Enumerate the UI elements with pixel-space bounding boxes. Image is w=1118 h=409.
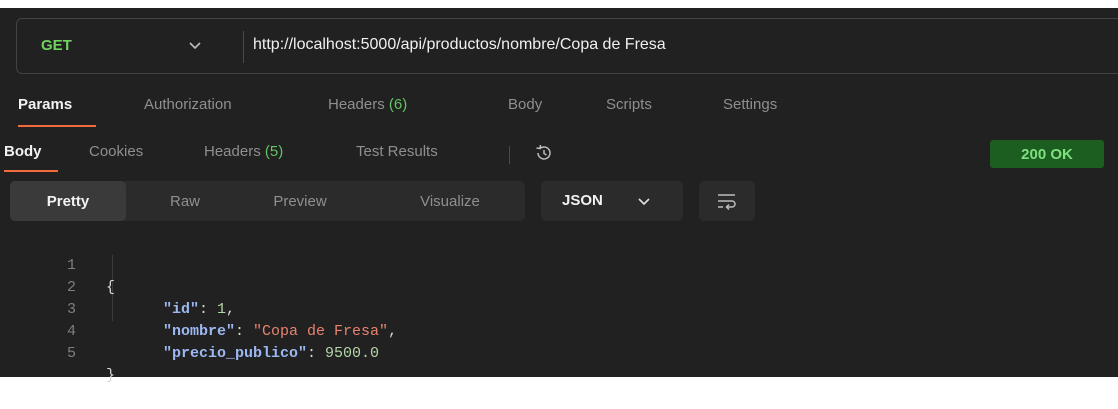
- json-value: 9500.0: [325, 345, 380, 362]
- code-line: 2 "id": 1,: [0, 255, 235, 318]
- divider: [509, 146, 510, 164]
- response-tab-headers-label: Headers: [204, 143, 265, 160]
- request-bar: GET http://localhost:5000/api/productos/…: [16, 18, 1118, 74]
- status-badge: 200 OK: [990, 140, 1104, 168]
- format-select-label: JSON: [562, 192, 603, 209]
- divider: [243, 31, 244, 63]
- view-raw-button[interactable]: Raw: [146, 181, 224, 221]
- code-line: 1 {: [0, 233, 115, 296]
- json-key: "nombre": [163, 323, 236, 340]
- json-key: "id": [163, 301, 200, 318]
- tab-body[interactable]: Body: [508, 96, 542, 113]
- view-pretty-button[interactable]: Pretty: [10, 181, 126, 221]
- wrap-lines-button[interactable]: [699, 181, 755, 221]
- response-tab-body[interactable]: Body: [4, 143, 42, 160]
- response-body-code: 1 { 2 "id": 1, 3 "nombre": "Copa de Fres…: [0, 233, 1118, 384]
- close-brace: }: [106, 367, 116, 384]
- json-comma: ,: [388, 323, 398, 340]
- view-preview-button[interactable]: Preview: [248, 181, 352, 221]
- tab-authorization[interactable]: Authorization: [144, 96, 232, 113]
- json-entry: "precio_publico": 9500.0: [163, 345, 380, 362]
- chevron-down-icon: [638, 198, 650, 206]
- code-line: 4 "precio_publico": 9500.0: [0, 299, 379, 362]
- postman-app: GET http://localhost:5000/api/productos/…: [0, 8, 1118, 384]
- response-tab-cookies[interactable]: Cookies: [89, 143, 143, 160]
- active-tab-indicator: [18, 125, 96, 127]
- view-mode-group: Pretty Raw Preview Visualize: [10, 181, 525, 221]
- code-line: 3 "nombre": "Copa de Fresa",: [0, 277, 397, 340]
- json-comma: ,: [226, 301, 236, 318]
- response-tab-headers[interactable]: Headers (5): [204, 143, 283, 160]
- format-select[interactable]: JSON: [541, 181, 683, 221]
- tab-headers[interactable]: Headers (6): [328, 96, 407, 113]
- code-line: 5 }: [0, 321, 115, 384]
- json-entry: "id": 1,: [163, 301, 236, 318]
- tab-params[interactable]: Params: [18, 96, 72, 113]
- tab-headers-label: Headers: [328, 96, 389, 113]
- tab-headers-count: (6): [388, 96, 408, 113]
- open-brace: {: [106, 279, 116, 296]
- tab-scripts[interactable]: Scripts: [606, 96, 652, 113]
- tab-settings[interactable]: Settings: [723, 96, 777, 113]
- line-number: 2: [66, 279, 76, 296]
- active-response-tab-indicator: [4, 170, 58, 172]
- method-select[interactable]: GET: [41, 37, 72, 54]
- url-input[interactable]: http://localhost:5000/api/productos/nomb…: [253, 36, 666, 54]
- view-visualize-button[interactable]: Visualize: [390, 181, 510, 221]
- response-tab-headers-count: (5): [264, 143, 284, 160]
- json-value: 1: [217, 301, 227, 318]
- line-number: 1: [66, 257, 76, 274]
- json-entry: "nombre": "Copa de Fresa",: [163, 323, 398, 340]
- wrap-lines-icon: [718, 194, 736, 210]
- line-number: 3: [66, 301, 76, 318]
- json-value: "Copa de Fresa": [253, 323, 389, 340]
- line-number: 4: [66, 323, 76, 340]
- json-key: "precio_publico": [163, 345, 308, 362]
- line-number: 5: [66, 345, 76, 362]
- history-icon[interactable]: [533, 142, 555, 164]
- response-tab-test-results[interactable]: Test Results: [356, 143, 438, 160]
- chevron-down-icon[interactable]: [188, 38, 202, 52]
